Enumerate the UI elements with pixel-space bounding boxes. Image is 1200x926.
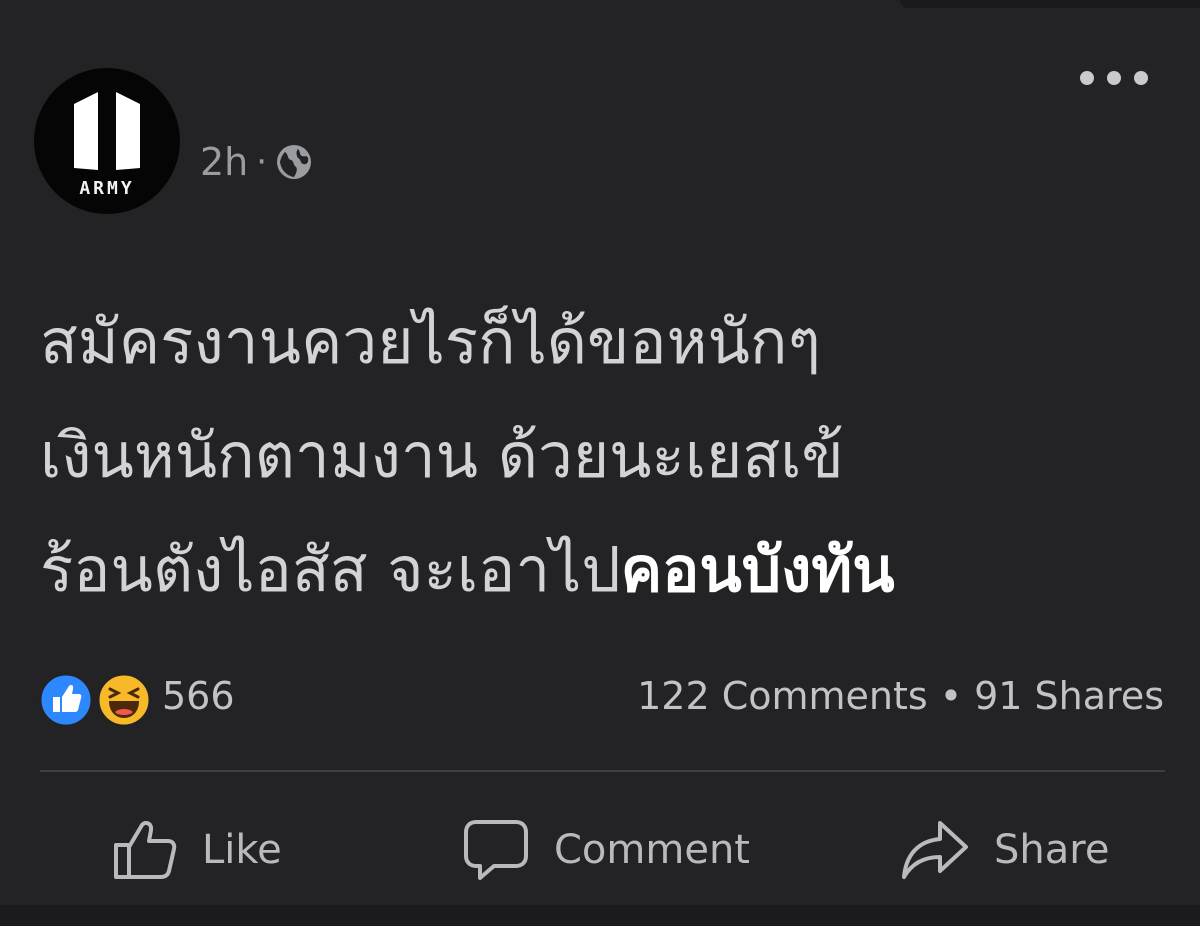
stats-separator: •	[939, 674, 963, 718]
comment-icon	[464, 820, 528, 880]
facebook-post: ARMY 2h · สมัครงานควยไรก็ได้ขอหนักๆเงินห…	[0, 0, 1200, 926]
action-bar: Like Comment Share	[0, 800, 1200, 900]
like-reaction-icon	[38, 672, 94, 728]
haha-reaction-icon	[96, 672, 152, 728]
meta-separator: ·	[256, 142, 268, 182]
post-text-line: สมัครงานควยไรก็ได้ขอหนักๆ	[40, 305, 821, 378]
more-dot	[1107, 71, 1121, 85]
top-edge	[900, 0, 1200, 8]
post-text-line: เงินหนักตามงาน ด้วยนะเยสเข้	[40, 419, 844, 492]
more-dot	[1080, 71, 1094, 85]
post-text-segment: ร้อนตังไอสัส จะเอาไป	[40, 533, 621, 606]
share-arrow-icon	[902, 821, 968, 879]
bottom-edge	[0, 905, 1200, 926]
comment-button[interactable]: Comment	[462, 800, 750, 900]
comment-label: Comment	[554, 827, 750, 873]
share-label: Share	[994, 827, 1110, 873]
avatar-label: ARMY	[79, 178, 135, 199]
comments-count[interactable]: 122 Comments	[637, 674, 928, 718]
divider	[40, 770, 1165, 772]
post-time[interactable]: 2h	[200, 140, 248, 184]
post-text: สมัครงานควยไรก็ได้ขอหนักๆเงินหนักตามงาน …	[40, 285, 1170, 627]
thumbs-up-icon	[114, 820, 177, 879]
more-options-button[interactable]	[1080, 60, 1148, 96]
post-meta: 2h ·	[200, 140, 313, 184]
like-label: Like	[202, 827, 282, 873]
reaction-count: 566	[162, 674, 235, 718]
avatar[interactable]: ARMY	[34, 68, 180, 214]
post-text-highlight: คอนบังทัน	[620, 533, 895, 606]
shares-count[interactable]: 91 Shares	[974, 674, 1164, 718]
like-button[interactable]: Like	[112, 800, 282, 900]
post-text-line: ร้อนตังไอสัส จะเอาไปคอนบังทัน	[40, 513, 1170, 627]
share-button[interactable]: Share	[900, 800, 1109, 900]
more-dot	[1134, 71, 1148, 85]
post-stats: 122 Comments • 91 Shares	[637, 674, 1164, 718]
globe-icon[interactable]	[275, 143, 313, 181]
